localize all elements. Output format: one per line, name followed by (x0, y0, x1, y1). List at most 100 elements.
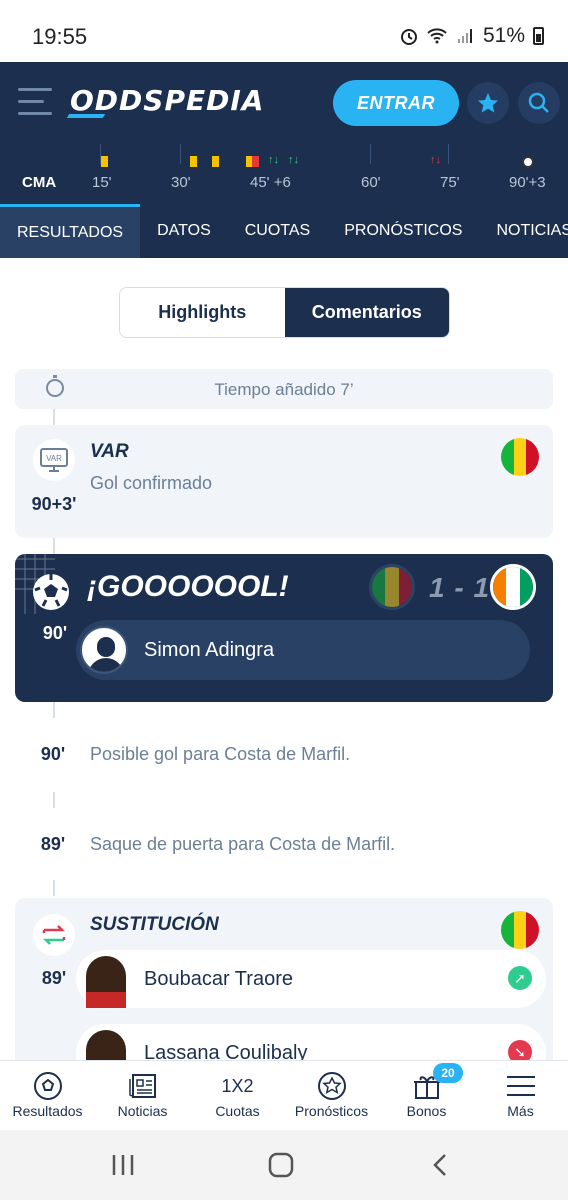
substitution-event-card: 89' SUSTITUCIÓN Boubacar Traore ➚ Lassan… (15, 898, 553, 1060)
newspaper-icon (128, 1074, 156, 1098)
event-minute: 90' (30, 734, 76, 774)
nav-pronosticos[interactable]: Pronósticos (284, 1069, 379, 1119)
event-subtitle: Gol confirmado (90, 473, 213, 493)
1x2-icon: 1X2 (221, 1075, 254, 1096)
star-icon (478, 93, 498, 113)
nav-label: Cuotas (215, 1103, 260, 1119)
nav-mas[interactable]: Más (473, 1069, 568, 1119)
recent-apps-icon[interactable] (110, 1152, 136, 1178)
wifi-icon (427, 28, 447, 44)
timeline-minute: 30' (171, 174, 191, 191)
player-name: Simon Adingra (144, 639, 275, 661)
soccer-ball-icon (33, 574, 69, 610)
arrow-out-icon: ➘ (508, 1040, 532, 1060)
goal-ball-icon (522, 156, 534, 168)
substitution-icon: ↑↓ (268, 154, 279, 166)
yellow-card-icon (212, 156, 219, 167)
tab-resultados[interactable]: RESULTADOS (0, 204, 141, 258)
view-toggle: Highlights Comentarios (119, 287, 450, 338)
nav-label: Pronósticos (294, 1103, 369, 1119)
player-name: Lassana Coulibaly (144, 1042, 308, 1060)
player-in-row[interactable]: Boubacar Traore ➚ (76, 950, 546, 1008)
bonus-count-badge: 20 (433, 1063, 463, 1083)
timeline-minute: 45' +6 (250, 174, 291, 191)
var-event-card: VAR 90+3' VAR Gol confirmado (15, 425, 553, 538)
var-icon: VAR (33, 439, 75, 481)
var-icon-text: VAR (46, 454, 62, 463)
highlights-toggle[interactable]: Highlights (120, 288, 285, 337)
comment-text: Saque de puerta para Costa de Marfil. (90, 834, 396, 854)
arrow-in-icon: ➚ (508, 966, 532, 990)
substitution-icon: ↑↓ (430, 154, 441, 166)
status-bar: 19:55 51% (0, 0, 568, 62)
search-icon (528, 92, 549, 113)
mali-flag-icon (369, 564, 415, 610)
player-name: Boubacar Traore (144, 968, 293, 990)
nav-noticias[interactable]: Noticias (95, 1069, 190, 1119)
alarm-icon (400, 29, 417, 45)
nav-label: Resultados (12, 1103, 83, 1119)
nav-label: Más (507, 1103, 534, 1119)
tab-datos[interactable]: DATOS (140, 204, 228, 258)
match-tabs: RESULTADOS DATOS CUOTAS PRONÓSTICOS NOTI… (0, 204, 568, 258)
timeline-minute: 90'+3 (509, 174, 546, 191)
app-header: ODDSPEDIA ENTRAR (0, 62, 568, 144)
home-icon[interactable] (268, 1152, 294, 1178)
nav-label: Bonos (406, 1103, 447, 1119)
red-card-icon (252, 156, 259, 167)
favorites-button[interactable] (467, 82, 509, 124)
event-minute: 89' (30, 824, 76, 864)
timeline-team-label: CMA (22, 174, 57, 191)
tab-pronosticos[interactable]: PRONÓSTICOS (327, 204, 479, 258)
match-timeline: ↑↓ ↑↓ ↑↓ CMA 15' 30' 45' +6 60' 75' 90'+… (0, 144, 568, 204)
login-button[interactable]: ENTRAR (333, 80, 459, 126)
battery-percent: 51% (482, 24, 525, 47)
menu-icon (506, 1076, 535, 1096)
yellow-card-icon (101, 156, 108, 167)
status-icons: 51% (399, 24, 544, 48)
player-avatar (80, 626, 128, 674)
goal-scorer[interactable]: Simon Adingra (76, 620, 530, 680)
oddspedia-logo[interactable]: ODDSPEDIA (70, 84, 264, 117)
nav-cuotas[interactable]: 1X2 Cuotas (190, 1069, 285, 1120)
logo-swoosh (66, 114, 106, 118)
hamburger-menu-icon[interactable] (18, 88, 52, 116)
signal-icon (457, 29, 472, 43)
player-out-row[interactable]: Lassana Coulibaly ➘ (76, 1024, 546, 1060)
timeline-minute: 15' (92, 174, 112, 191)
goal-title: ¡GOOOOOOL! (87, 570, 289, 603)
tab-noticias[interactable]: NOTICIAS (479, 204, 568, 258)
mali-flag-icon (501, 911, 539, 949)
event-minute: 90+3' (31, 494, 77, 514)
ivory-coast-flag-icon (490, 564, 536, 610)
nav-resultados[interactable]: Resultados (0, 1069, 95, 1119)
player-photo (86, 956, 126, 1008)
bottom-navigation: Resultados Noticias 1X2 Cuotas Pronóstic… (0, 1060, 568, 1130)
comment-text: Posible gol para Costa de Marfil. (90, 744, 351, 764)
event-title: VAR (90, 441, 129, 462)
star-badge-icon (317, 1072, 346, 1100)
mali-flag-icon (501, 438, 539, 476)
goal-event-card: ¡GOOOOOOL! 1 - 1 90' Simon Adingra (15, 554, 553, 702)
back-icon[interactable] (428, 1152, 454, 1178)
comments-toggle[interactable]: Comentarios (284, 288, 449, 337)
nav-label: Noticias (117, 1103, 168, 1119)
timeline-minute: 75' (440, 174, 460, 191)
goal-score: 1 - 1 (429, 572, 491, 603)
soccer-ball-icon (33, 1072, 62, 1100)
tab-cuotas[interactable]: CUOTAS (228, 204, 327, 258)
substitution-icon: ↑↓ (288, 154, 299, 166)
system-navigation-bar (0, 1130, 568, 1200)
search-button[interactable] (518, 82, 560, 124)
substitution-icon (33, 914, 75, 956)
status-time: 19:55 (32, 24, 88, 49)
event-title: SUSTITUCIÓN (90, 914, 219, 935)
timeline-minute: 60' (361, 174, 381, 191)
player-photo (86, 1030, 126, 1060)
battery-icon (533, 27, 544, 45)
yellow-card-icon (190, 156, 197, 167)
commentary-panel: Highlights Comentarios Tiempo añadido 7’… (0, 258, 568, 1060)
added-time-text: Tiempo añadido 7’ (214, 380, 354, 399)
nav-bonos[interactable]: 20 Bonos (379, 1063, 474, 1119)
added-time-row: Tiempo añadido 7’ (15, 369, 553, 409)
